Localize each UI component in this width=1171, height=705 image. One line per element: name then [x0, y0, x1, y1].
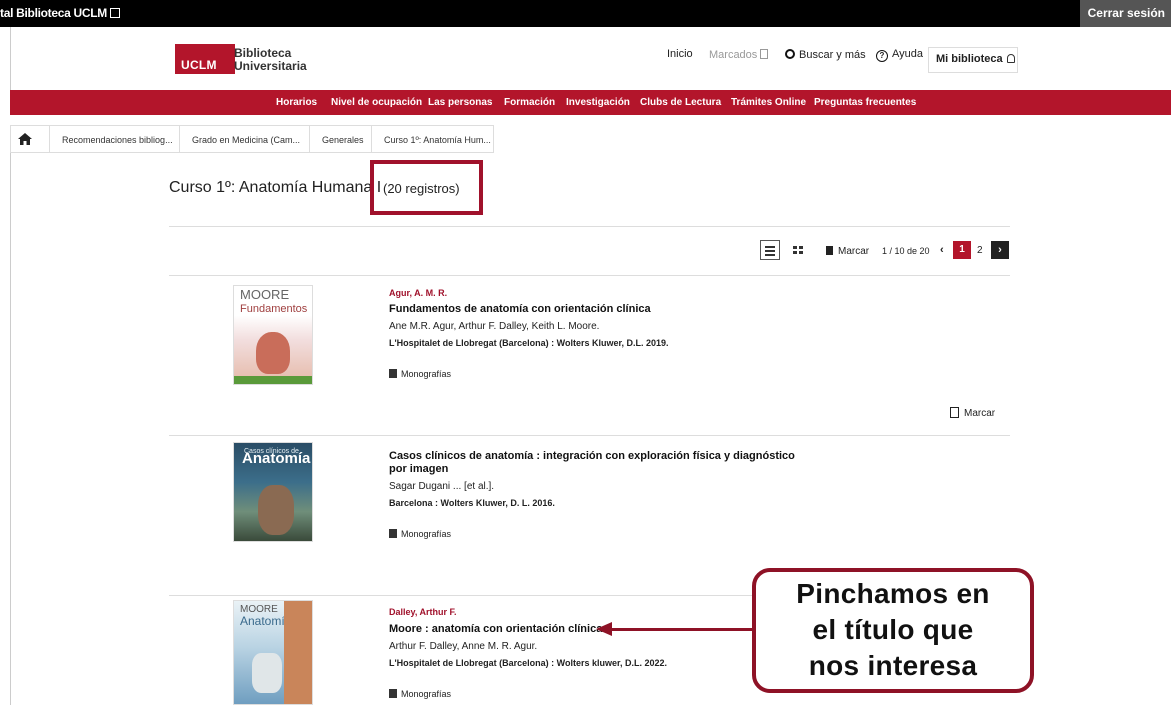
breadcrumb-item[interactable]: Recomendaciones bibliog...: [50, 125, 180, 153]
portal-link-label: tal Biblioteca UCLM: [0, 6, 107, 20]
cover-subtitle: Anatomía: [242, 450, 311, 467]
marcar-record-button[interactable]: Marcar: [950, 405, 995, 419]
annotation-arrow-line: [610, 628, 752, 631]
record-title[interactable]: Fundamentos de anatomía con orientación …: [389, 303, 809, 316]
cover-illustration: [256, 332, 290, 374]
record-type-label: Monografías: [401, 689, 452, 699]
nav-buscar[interactable]: Buscar y más: [785, 48, 866, 61]
top-bar: tal Biblioteca UCLM Cerrar sesión: [0, 0, 1171, 27]
record-type-label: Monografías: [401, 369, 452, 379]
nav-marcados-label: Marcados: [709, 49, 758, 61]
breadcrumb-home[interactable]: [10, 125, 50, 153]
divider: [169, 275, 1010, 276]
external-link-icon: [109, 8, 120, 18]
mi-biblioteca-button[interactable]: Mi biblioteca: [928, 47, 1018, 73]
breadcrumb: Recomendaciones bibliog... Grado en Medi…: [10, 125, 1171, 153]
record-responsibility: Ane M.R. Agur, Arthur F. Dalley, Keith L…: [389, 321, 600, 332]
nav-formacion[interactable]: Formación: [504, 97, 555, 108]
site-header: UCLM Biblioteca Universitaria Inicio Mar…: [10, 27, 1171, 90]
record-publication: L'Hospitalet de Llobregat (Barcelona) : …: [389, 658, 668, 668]
logo-text: UCLM: [181, 58, 217, 72]
brand-line2: Universitaria: [234, 59, 307, 73]
nav-nivel-ocupacion[interactable]: Nivel de ocupación: [331, 97, 422, 108]
callout-line1: Pinchamos en: [796, 578, 990, 609]
nav-horarios[interactable]: Horarios: [276, 97, 317, 108]
divider: [169, 435, 1010, 436]
nav-tramites[interactable]: Trámites Online: [731, 97, 806, 108]
logout-button[interactable]: Cerrar sesión: [1079, 0, 1171, 27]
record-publication: L'Hospitalet de Llobregat (Barcelona) : …: [389, 338, 669, 348]
pager-count: 1 / 10 de 20: [882, 246, 930, 256]
pager-next-button[interactable]: ›: [991, 241, 1009, 259]
mi-biblioteca-label: Mi biblioteca: [936, 53, 1003, 65]
nav-personas[interactable]: Las personas: [428, 97, 492, 108]
count-highlight-box: [370, 160, 483, 215]
nav-investigacion[interactable]: Investigación: [566, 97, 630, 108]
record-type-label: Monografías: [401, 529, 452, 539]
marcar-all-label: Marcar: [838, 246, 870, 257]
breadcrumb-item[interactable]: Grado en Medicina (Cam...: [180, 125, 310, 153]
nav-ayuda-label: Ayuda: [892, 48, 923, 60]
book-icon: [389, 529, 397, 538]
book-cover[interactable]: MOORE Anatomía: [233, 600, 313, 705]
record-title[interactable]: Casos clínicos de anatomía : integración…: [389, 450, 809, 476]
pager-page-2[interactable]: 2: [977, 245, 983, 256]
breadcrumb-item[interactable]: Curso 1º: Anatomía Hum...: [372, 125, 494, 153]
record-type: Monografías: [389, 528, 451, 539]
pager-page-1[interactable]: 1: [953, 241, 971, 259]
main-nav: Horarios Nivel de ocupación Las personas…: [10, 90, 1171, 115]
bookmark-icon: [760, 49, 769, 59]
bookmark-icon: [826, 246, 833, 255]
grid-view-button[interactable]: [790, 240, 806, 260]
bookmark-icon: [950, 407, 959, 418]
user-icon: [1006, 54, 1015, 63]
cover-title: MOORE: [240, 287, 290, 302]
cover-band: [234, 376, 312, 384]
marcar-record-label: Marcar: [964, 408, 996, 419]
cover-illustration: [258, 485, 294, 535]
home-icon: [18, 133, 32, 145]
record-responsibility: Arthur F. Dalley, Anne M. R. Agur.: [389, 641, 538, 652]
portal-link[interactable]: tal Biblioteca UCLM: [0, 6, 120, 20]
nav-inicio[interactable]: Inicio: [667, 48, 693, 60]
breadcrumb-item[interactable]: Generales: [310, 125, 372, 153]
record-responsibility: Sagar Dugani ... [et al.].: [389, 481, 495, 492]
nav-marcados[interactable]: Marcados: [709, 48, 769, 61]
divider: [169, 226, 1010, 227]
brand-name[interactable]: Biblioteca Universitaria: [234, 47, 307, 73]
help-icon: ?: [876, 50, 888, 62]
marcar-all-button[interactable]: Marcar: [826, 245, 869, 265]
pager-prev-button[interactable]: ‹: [940, 244, 944, 256]
nav-preguntas[interactable]: Preguntas frecuentes: [814, 97, 916, 108]
record-publication: Barcelona : Wolters Kluwer, D. L. 2016.: [389, 498, 555, 508]
record-author[interactable]: Dalley, Arthur F.: [389, 607, 457, 617]
callout-line2: el título que: [812, 614, 974, 645]
book-icon: [389, 689, 397, 698]
uclm-logo[interactable]: UCLM: [175, 44, 235, 74]
page-edge: [10, 153, 11, 705]
cover-illustration-2: [252, 653, 282, 693]
search-icon: [785, 49, 795, 59]
page-title: Curso 1º: Anatomía Humana I: [169, 179, 382, 196]
annotation-callout: Pinchamos en el título que nos interesa: [752, 568, 1034, 693]
record-author[interactable]: Agur, A. M. R.: [389, 288, 447, 298]
callout-line3: nos interesa: [808, 650, 978, 681]
record-type: Monografías: [389, 368, 451, 379]
cover-illustration: [284, 601, 312, 704]
nav-ayuda[interactable]: ? Ayuda: [876, 48, 923, 62]
nav-clubs-lectura[interactable]: Clubs de Lectura: [640, 97, 721, 108]
book-icon: [389, 369, 397, 378]
book-cover[interactable]: Casos clínicos de Anatomía: [233, 442, 313, 542]
record-type: Monografías: [389, 688, 451, 699]
cover-subtitle: Fundamentos: [240, 303, 308, 315]
nav-buscar-label: Buscar y más: [799, 49, 866, 61]
book-cover[interactable]: MOORE Fundamentos: [233, 285, 313, 385]
list-view-button[interactable]: [760, 240, 780, 260]
